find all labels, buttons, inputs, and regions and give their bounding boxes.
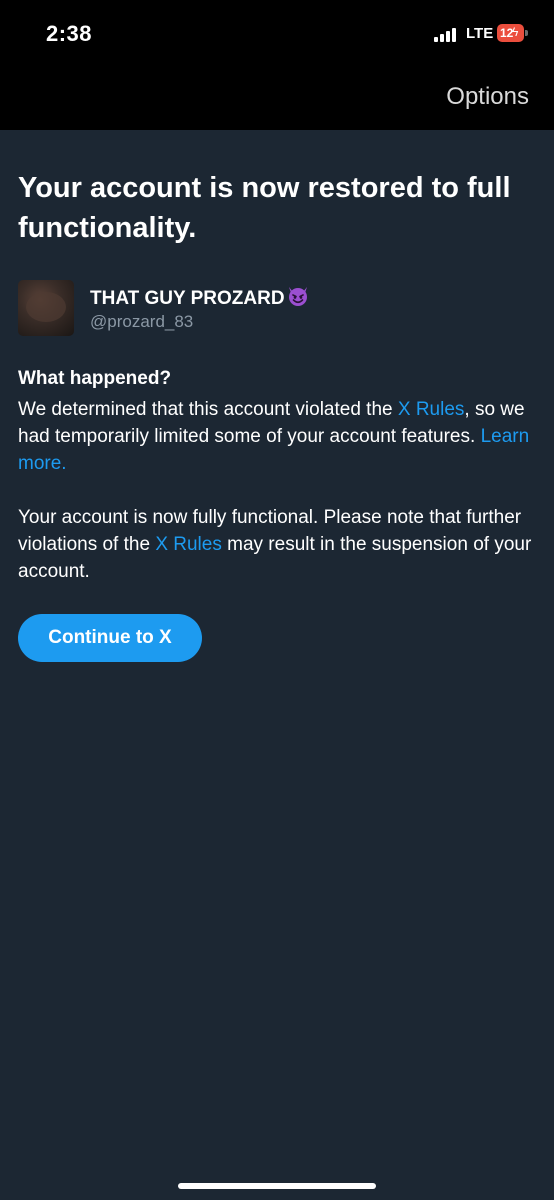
status-time: 2:38 [46, 21, 93, 46]
page-title: Your account is now restored to full fun… [18, 172, 511, 244]
battery-icon: 12 [497, 24, 524, 42]
what-happened-heading: What happened? [18, 368, 172, 389]
restoration-notice: Your account is now fully functional. Pl… [18, 504, 536, 585]
charging-bolt-icon: ϟ [512, 25, 519, 39]
explanation-text-1: We determined that this account violated… [18, 399, 398, 420]
network-type: LTE [466, 25, 494, 42]
smiling-devil-emoji-icon [288, 287, 307, 306]
x-rules-link[interactable]: X Rules [398, 399, 465, 420]
top-nav-bar: Options [0, 70, 554, 130]
display-name-text: THAT GUY PROZARD [90, 288, 285, 309]
account-display-name: THAT GUY PROZARD [90, 284, 310, 310]
battery-cap [525, 30, 528, 36]
account-card: THAT GUY PROZARD @prozard_83 [18, 280, 536, 338]
options-button[interactable]: Options [446, 83, 529, 111]
continue-button[interactable]: Continue to X [18, 614, 202, 662]
violation-explanation: We determined that this account violated… [18, 396, 536, 477]
status-bar: 2:38 LTE 12 ϟ [0, 0, 554, 70]
account-handle: @prozard_83 [90, 312, 194, 331]
home-indicator[interactable] [178, 1183, 376, 1189]
avatar [18, 280, 74, 336]
x-rules-link-2[interactable]: X Rules [155, 534, 222, 555]
main-content: Your account is now restored to full fun… [18, 168, 536, 662]
cellular-signal-icon [434, 27, 462, 42]
